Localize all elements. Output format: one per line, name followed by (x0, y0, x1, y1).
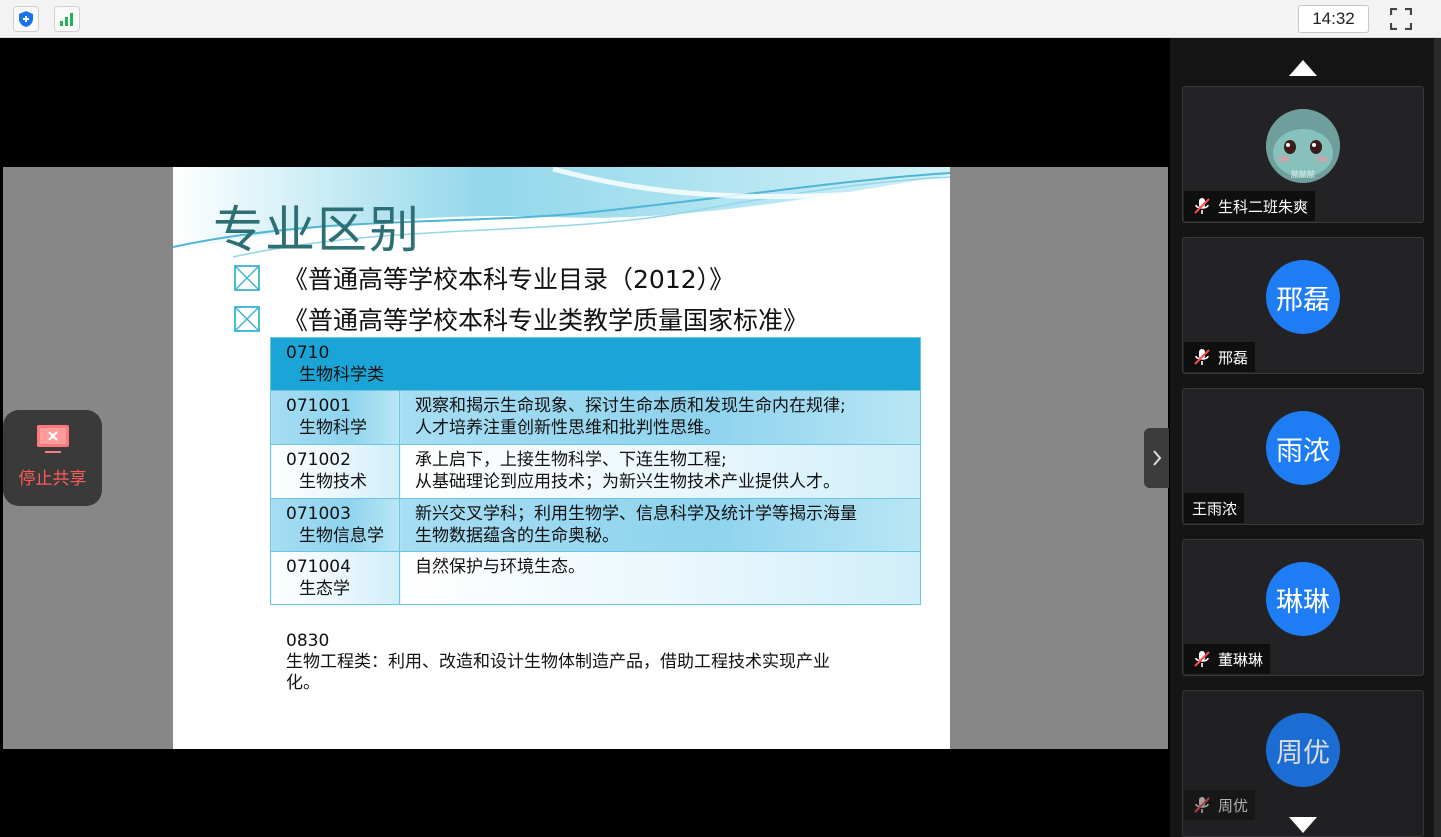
panel-scrollbar[interactable] (1434, 38, 1441, 837)
participant-tile[interactable]: 邢磊 邢磊 (1182, 237, 1424, 374)
avatar: 雨浓 (1266, 411, 1340, 485)
participant-name-chip: 邢磊 (1184, 342, 1256, 372)
code-cell: 071004 生态学 (270, 551, 400, 605)
participant-tile[interactable]: 琳琳 董琳琳 (1182, 539, 1424, 676)
mic-muted-icon (1194, 651, 1210, 667)
bullet-text: 《普通高等学校本科专业目录（2012）》 (283, 265, 735, 294)
bullet-item: 《普通高等学校本科专业类教学质量国家标准》 (233, 301, 808, 337)
mic-muted-icon (1194, 349, 1210, 365)
bullet-text: 《普通高等学校本科专业类教学质量国家标准》 (283, 306, 809, 335)
participant-name-chip: 生科二班朱爽 (1184, 191, 1316, 221)
major-name: 生物科学 (299, 418, 367, 438)
desc-cell: 自然保护与环境生态。 (399, 551, 921, 605)
fullscreen-icon[interactable] (1386, 6, 1416, 32)
checkbox-x-icon (234, 306, 260, 332)
stop-share-label: 停止共享 (18, 469, 87, 489)
shield-plus-icon[interactable] (13, 6, 39, 32)
cartoon-avatar-icon: 脓脓脓 (1266, 109, 1340, 183)
avatar: 琳琳 (1266, 562, 1340, 636)
desc-line: 承上启下，上接生物科学、下连生物工程; (415, 450, 727, 470)
table-header-row: 0710 生物科学类 (270, 337, 921, 391)
desc-line: 自然保护与环境生态。 (415, 557, 585, 577)
major-code: 071001 (286, 396, 351, 416)
signal-bars-icon[interactable] (54, 6, 80, 32)
major-code: 071002 (286, 450, 351, 470)
bio-eng-code: 0830 (286, 631, 330, 651)
stop-share-button[interactable]: 停止共享 (3, 410, 102, 506)
slide-title: 专业区别 (213, 201, 421, 259)
bio-eng-line: 生物工程类：利用、改造和设计生物体制造产品，借助工程技术实现产业 (286, 652, 830, 672)
table-row: 071004 生态学 自然保护与环境生态。 (270, 551, 921, 605)
desc-cell: 新兴交叉学科；利用生物学、信息科学及统计学等揭示海量 生物数据蕴含的生命奥秘。 (399, 498, 921, 552)
scroll-up-arrow-icon[interactable] (1289, 60, 1317, 76)
code-cell: 071003 生物信息学 (270, 498, 400, 552)
major-name: 生物信息学 (299, 526, 384, 546)
table-header-cell: 0710 生物科学类 (270, 337, 921, 391)
desc-cell: 承上启下，上接生物科学、下连生物工程; 从基础理论到应用技术；为新兴生物技术产业… (399, 444, 921, 499)
top-bar: 14:32 (0, 0, 1441, 38)
mic-muted-icon (1194, 797, 1210, 813)
participant-name-chip: 董琳琳 (1184, 644, 1271, 674)
chevron-right-icon (1152, 450, 1161, 466)
table-row: 071002 生物技术 承上启下，上接生物科学、下连生物工程; 从基础理论到应用… (270, 444, 921, 499)
shared-screen-backdrop: 专业区别 《普通高等学校本科专业目录（2012）》 《普通高等学校本科专业类教学… (3, 167, 1168, 749)
collapse-panel-button[interactable] (1144, 428, 1169, 488)
avatar: 邢磊 (1266, 260, 1340, 334)
meeting-clock: 14:32 (1298, 5, 1369, 33)
desc-cell: 观察和揭示生命现象、探讨生命本质和发现生命内在规律; 人才培养注重创新性思维和批… (399, 390, 921, 445)
table-row: 071001 生物科学 观察和揭示生命现象、探讨生命本质和发现生命内在规律; 人… (270, 390, 921, 445)
participant-name: 生科二班朱爽 (1218, 197, 1309, 216)
stop-share-monitor-icon (36, 425, 69, 453)
scroll-down-arrow-icon[interactable] (1289, 817, 1317, 833)
table-row: 071003 生物信息学 新兴交叉学科；利用生物学、信息科学及统计学等揭示海量 … (270, 498, 921, 552)
avatar-caption: 脓脓脓 (1291, 169, 1315, 179)
bio-engineering-note: 0830 生物工程类：利用、改造和设计生物体制造产品，借助工程技术实现产业 化。 (286, 631, 830, 694)
code-cell: 071001 生物科学 (270, 390, 400, 445)
major-name: 生态学 (299, 579, 350, 599)
participant-name: 王雨浓 (1192, 499, 1238, 518)
participant-tile[interactable]: 雨浓 王雨浓 (1182, 388, 1424, 525)
header-code: 0710 (286, 343, 330, 363)
desc-line: 人才培养注重创新性思维和批判性思维。 (415, 418, 721, 438)
participant-tile[interactable]: 脓脓脓 生科二班朱爽 (1182, 86, 1424, 223)
major-code: 071003 (286, 504, 351, 524)
desc-line: 生物数据蕴含的生命奥秘。 (415, 526, 619, 546)
participant-name-chip: 周优 (1184, 790, 1256, 820)
desc-line: 观察和揭示生命现象、探讨生命本质和发现生命内在规律; (415, 396, 846, 416)
header-name: 生物科学类 (299, 365, 384, 385)
avatar: 周优 (1266, 713, 1340, 787)
major-code: 071004 (286, 557, 351, 577)
bullet-item: 《普通高等学校本科专业目录（2012）》 (233, 260, 734, 296)
screen-share-area: 专业区别 《普通高等学校本科专业目录（2012）》 《普通高等学校本科专业类教学… (3, 38, 1169, 837)
participant-name: 董琳琳 (1218, 650, 1264, 669)
participant-name: 周优 (1218, 796, 1249, 815)
participant-name: 邢磊 (1218, 348, 1249, 367)
checkbox-x-icon (234, 265, 260, 291)
major-table: 0710 生物科学类 071001 生物科学 观察和揭示生命现象、探讨生命本质和… (270, 337, 921, 605)
major-name: 生物技术 (299, 472, 367, 492)
desc-line: 新兴交叉学科；利用生物学、信息科学及统计学等揭示海量 (415, 504, 857, 524)
desc-line: 从基础理论到应用技术；为新兴生物技术产业提供人才。 (415, 472, 840, 492)
bio-eng-line: 化。 (286, 673, 320, 693)
code-cell: 071002 生物技术 (270, 444, 400, 499)
avatar: 脓脓脓 (1266, 109, 1340, 183)
mic-muted-icon (1194, 198, 1210, 214)
participant-tile[interactable]: 周优 周优 (1182, 690, 1424, 837)
participant-name-chip: 王雨浓 (1184, 493, 1245, 523)
presentation-slide: 专业区别 《普通高等学校本科专业目录（2012）》 《普通高等学校本科专业类教学… (173, 167, 950, 749)
